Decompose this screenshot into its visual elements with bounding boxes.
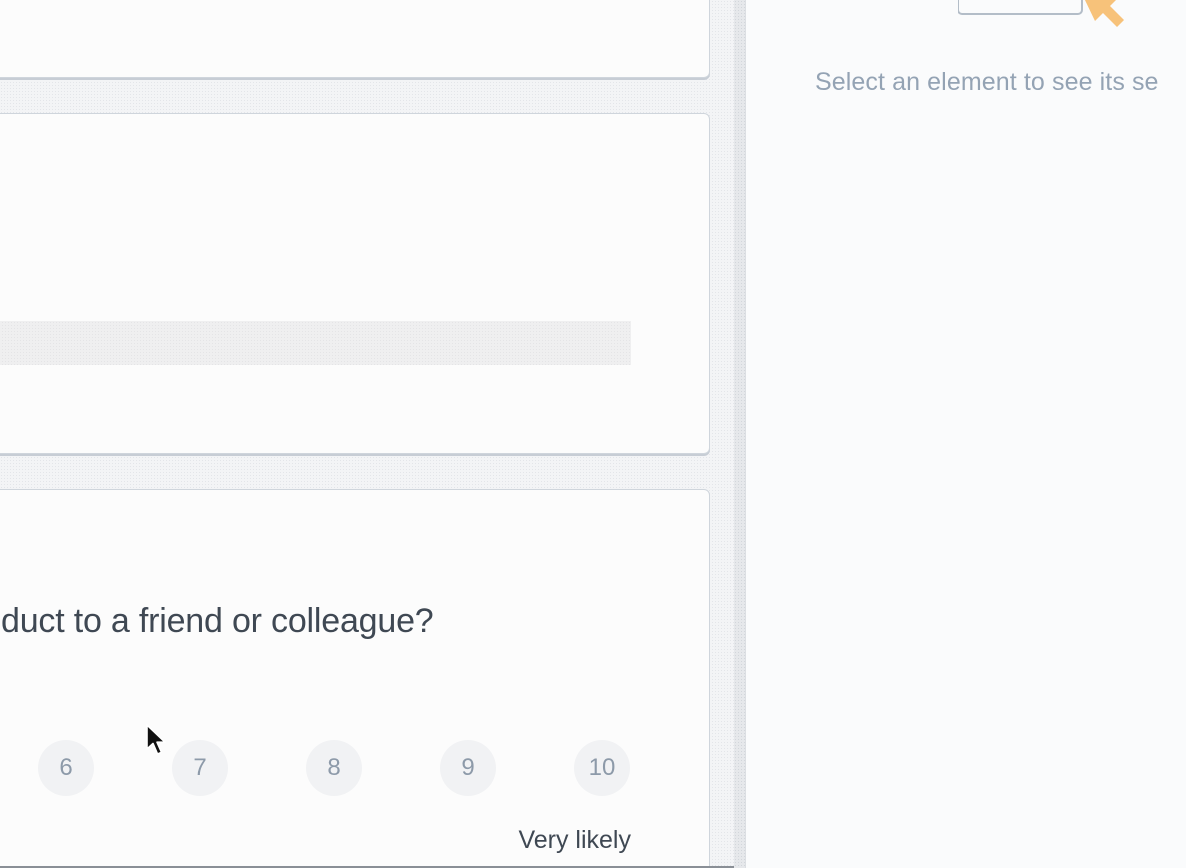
nps-option-8[interactable]: 8 <box>306 740 362 796</box>
sidebar-hint-text: Select an element to see its se <box>815 68 1159 96</box>
survey-canvas[interactable]: duct to a friend or colleague? 6 7 8 9 1… <box>0 0 738 868</box>
nps-option-10[interactable]: 10 <box>574 740 630 796</box>
editor-stage: duct to a friend or colleague? 6 7 8 9 1… <box>0 0 1186 868</box>
survey-block-card[interactable] <box>0 0 710 78</box>
nps-option-9[interactable]: 9 <box>440 740 496 796</box>
input-placeholder-bar <box>0 321 631 365</box>
question-text: duct to a friend or colleague? <box>1 602 434 640</box>
panel-divider[interactable] <box>734 0 746 868</box>
nps-option-7[interactable]: 7 <box>172 740 228 796</box>
properties-sidebar: Select an element to see its se <box>746 0 1186 868</box>
nps-question-card[interactable]: duct to a friend or colleague? 6 7 8 9 1… <box>0 489 710 868</box>
scale-max-label: Very likely <box>518 826 631 854</box>
nps-option-6[interactable]: 6 <box>38 740 94 796</box>
mouse-cursor-icon <box>146 724 166 755</box>
pointer-select-icon <box>958 0 1124 27</box>
survey-block-card[interactable] <box>0 113 710 454</box>
